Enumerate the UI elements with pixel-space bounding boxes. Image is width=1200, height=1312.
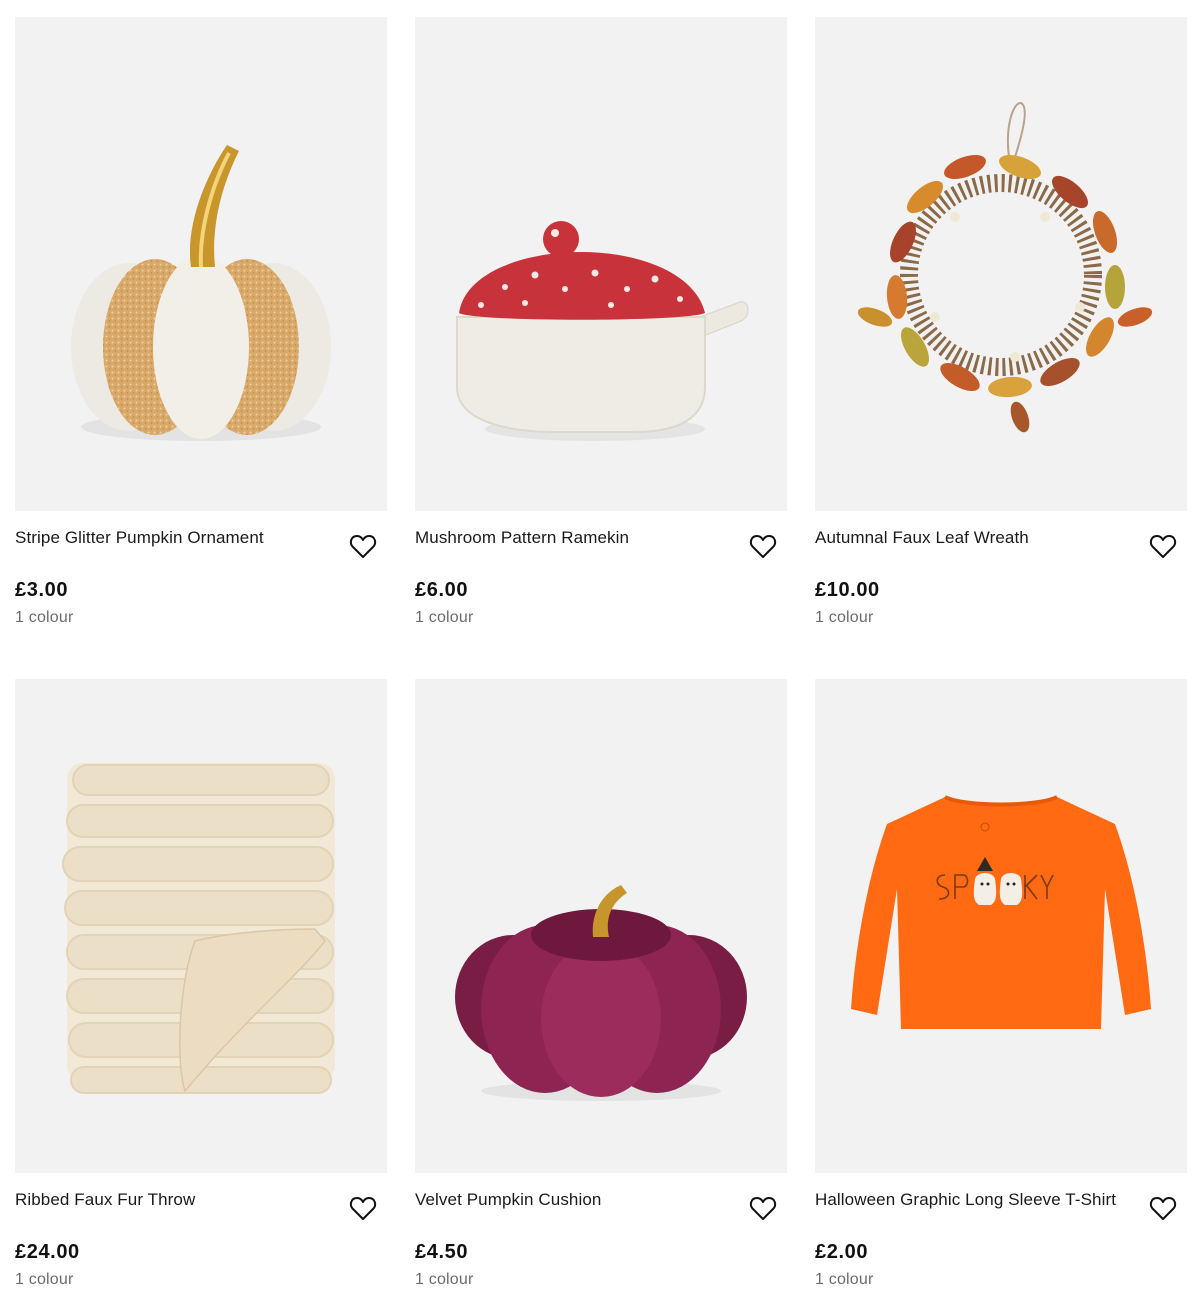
velvet-pumpkin-image <box>455 885 747 1101</box>
leaf-wreath-image <box>857 102 1153 433</box>
product-title[interactable]: Autumnal Faux Leaf Wreath <box>815 527 1135 549</box>
colour-count: 1 colour <box>415 1271 474 1288</box>
product-card[interactable]: Velvet Pumpkin Cushion £4.50 1 colour <box>415 679 787 1312</box>
colour-count: 1 colour <box>15 609 74 626</box>
colour-count: 1 colour <box>815 609 874 626</box>
heart-icon[interactable] <box>1149 533 1177 561</box>
colour-count: 1 colour <box>15 1271 74 1288</box>
product-image[interactable] <box>15 679 387 1173</box>
halloween-tshirt-image <box>851 795 1151 1029</box>
product-price: £3.00 <box>15 579 69 601</box>
product-price: £6.00 <box>415 579 469 601</box>
product-card[interactable]: Halloween Graphic Long Sleeve T-Shirt £2… <box>815 679 1187 1312</box>
product-price: £2.00 <box>815 1241 869 1263</box>
product-image[interactable] <box>815 679 1187 1173</box>
product-title[interactable]: Mushroom Pattern Ramekin <box>415 527 735 549</box>
heart-icon[interactable] <box>349 1195 377 1223</box>
product-card[interactable]: Autumnal Faux Leaf Wreath £10.00 1 colou… <box>815 17 1187 657</box>
product-title[interactable]: Ribbed Faux Fur Throw <box>15 1189 335 1211</box>
fur-throw-image <box>62 763 335 1094</box>
product-image[interactable] <box>15 17 387 511</box>
heart-icon[interactable] <box>1149 1195 1177 1223</box>
mushroom-ramekin-image <box>456 221 749 441</box>
product-title[interactable]: Velvet Pumpkin Cushion <box>415 1189 735 1211</box>
heart-icon[interactable] <box>349 533 377 561</box>
product-title[interactable]: Halloween Graphic Long Sleeve T-Shirt <box>815 1189 1135 1211</box>
product-price: £10.00 <box>815 579 880 601</box>
product-image[interactable] <box>815 17 1187 511</box>
heart-icon[interactable] <box>749 1195 777 1223</box>
product-grid: Stripe Glitter Pumpkin Ornament £3.00 1 … <box>0 0 1200 1312</box>
product-card[interactable]: Mushroom Pattern Ramekin £6.00 1 colour <box>415 17 787 657</box>
product-price: £4.50 <box>415 1241 469 1263</box>
colour-count: 1 colour <box>815 1271 874 1288</box>
colour-count: 1 colour <box>415 609 474 626</box>
product-image[interactable] <box>415 17 787 511</box>
product-title[interactable]: Stripe Glitter Pumpkin Ornament <box>15 527 335 549</box>
product-price: £24.00 <box>15 1241 80 1263</box>
product-image[interactable] <box>415 679 787 1173</box>
product-card[interactable]: Ribbed Faux Fur Throw £24.00 1 colour <box>15 679 387 1312</box>
heart-icon[interactable] <box>749 533 777 561</box>
product-card[interactable]: Stripe Glitter Pumpkin Ornament £3.00 1 … <box>15 17 387 657</box>
glitter-pumpkin-image <box>71 145 331 441</box>
